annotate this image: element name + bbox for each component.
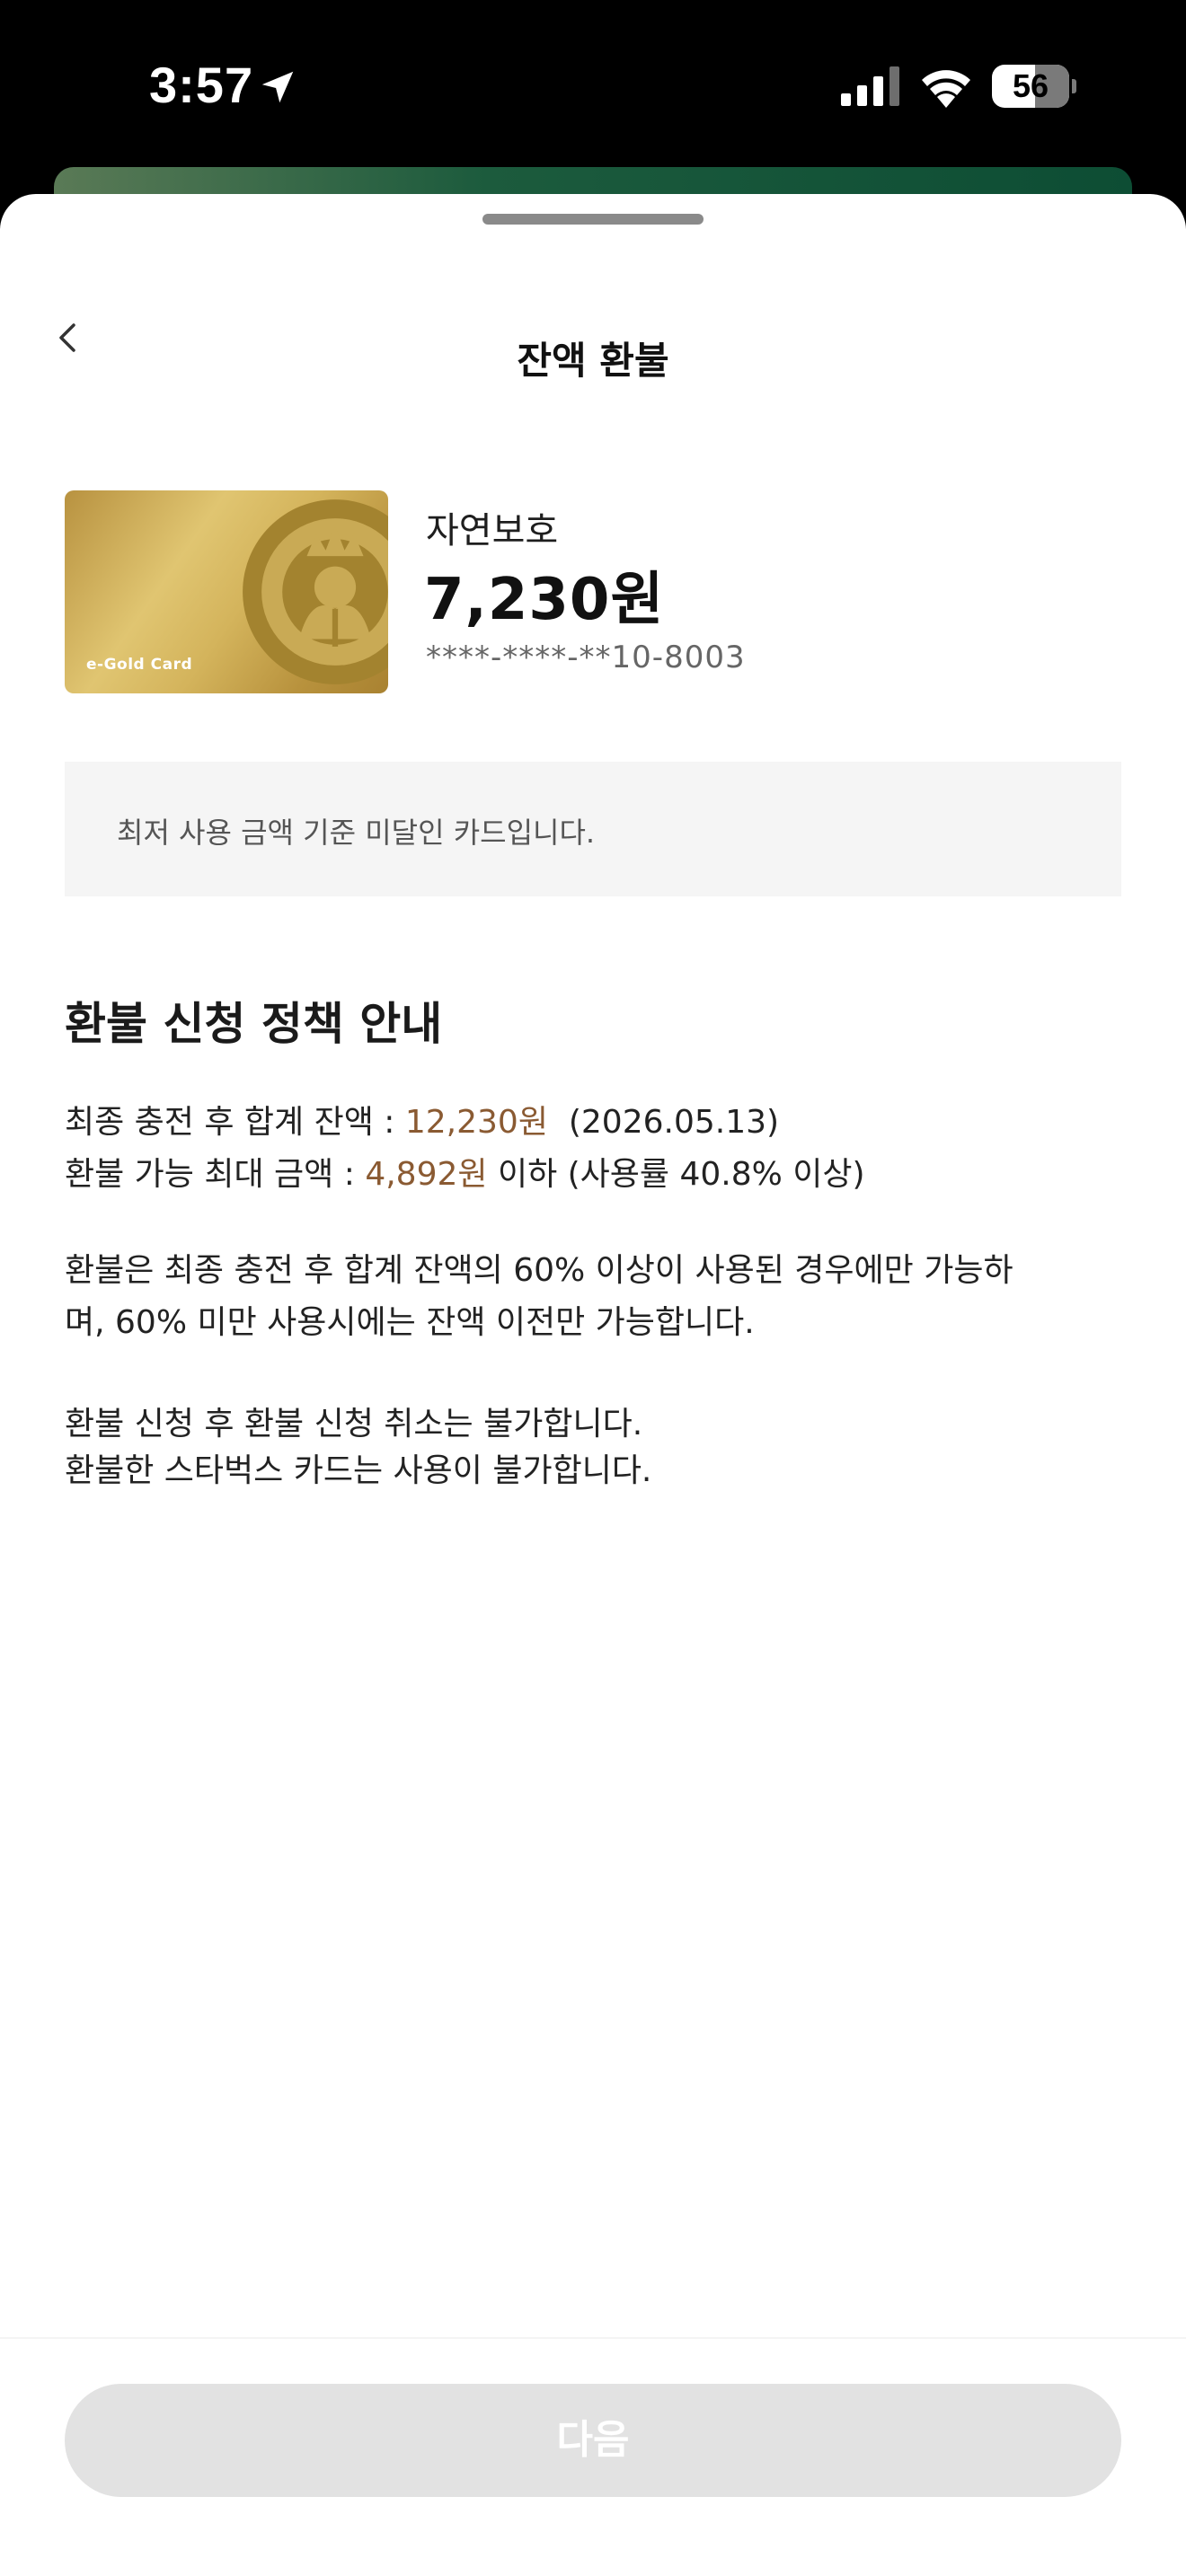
policy-paragraph-line-2: 며, 60% 미만 사용시에는 잔액 이전만 가능합니다. <box>65 1304 755 1341</box>
status-bar: 3:57 56 <box>0 0 1186 171</box>
total-balance-line: 최종 충전 후 합계 잔액 : 12,230원 (2026.05.13) <box>65 1096 779 1142</box>
notice-box: 최저 사용 금액 기준 미달인 카드입니다. <box>65 762 1121 896</box>
bottom-action-bar: 다음 <box>0 2337 1186 2576</box>
battery-tip <box>1072 79 1076 93</box>
max-refund-line: 환불 가능 최대 금액 : 4,892원 이하 (사용률 40.8% 이상) <box>65 1148 865 1195</box>
policy-heading: 환불 신청 정책 안내 <box>65 998 443 1050</box>
cellular-signal-icon <box>841 66 899 106</box>
page-title: 잔액 환불 <box>517 339 669 383</box>
total-balance-label: 최종 충전 후 합계 잔액 : <box>65 1104 405 1141</box>
sheet-grabber[interactable] <box>482 214 704 225</box>
siren-logo-icon <box>243 499 388 684</box>
max-refund-suffix: 이하 (사용률 40.8% 이상) <box>487 1156 865 1193</box>
card-balance: 7,230원 <box>424 567 665 633</box>
policy-note-cancel: 환불 신청 후 환불 신청 취소는 불가합니다. <box>65 1406 643 1442</box>
max-refund-label: 환불 가능 최대 금액 : <box>65 1156 366 1193</box>
battery-level: 56 <box>1012 67 1049 104</box>
policy-paragraph: 환불은 최종 충전 후 합계 잔액의 60% 이상이 사용된 경우에만 가능하 … <box>65 1245 1121 1349</box>
battery-indicator: 56 <box>992 65 1076 108</box>
wifi-icon <box>922 70 970 108</box>
next-button[interactable]: 다음 <box>65 2384 1121 2497</box>
policy-note-unusable: 환불한 스타벅스 카드는 사용이 불가합니다. <box>65 1452 652 1489</box>
battery-body: 56 <box>992 65 1069 108</box>
card-number: ****-****-**10-8003 <box>426 640 746 675</box>
notice-text: 최저 사용 금액 기준 미달인 카드입니다. <box>117 816 596 850</box>
max-refund-amount: 4,892원 <box>365 1156 488 1193</box>
back-button[interactable] <box>47 311 92 365</box>
card-name: 자연보호 <box>426 510 559 551</box>
card-type-label: e-Gold Card <box>86 656 193 674</box>
total-balance-amount: 12,230원 <box>404 1104 548 1141</box>
chevron-left-icon <box>59 323 75 352</box>
card-image: e-Gold Card <box>65 490 388 693</box>
policy-notes: 환불 신청 후 환불 신청 취소는 불가합니다. 환불한 스타벅스 카드는 사용… <box>65 1401 651 1495</box>
status-time: 3:57 <box>149 57 254 113</box>
location-arrow-icon <box>261 71 294 103</box>
refund-sheet: 잔액 환불 e-Gold Card 자연보호 7,230원 ****-****-… <box>0 194 1186 2576</box>
total-balance-date: (2026.05.13) <box>568 1104 780 1141</box>
policy-paragraph-line-1: 환불은 최종 충전 후 합계 잔액의 60% 이상이 사용된 경우에만 가능하 <box>65 1252 1013 1289</box>
